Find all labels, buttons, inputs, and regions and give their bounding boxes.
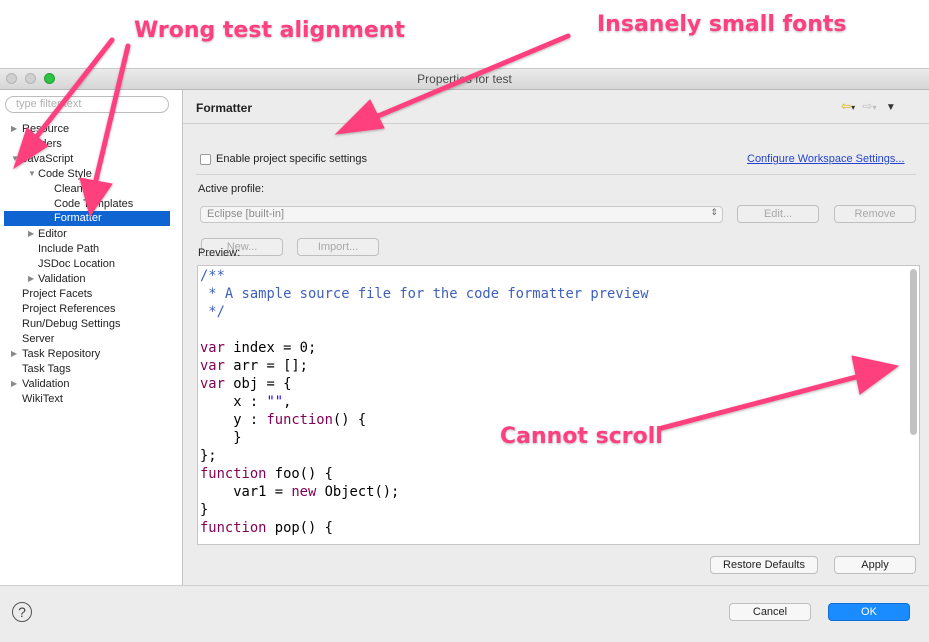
sidebar-item-task-repository[interactable]: Task Repository xyxy=(22,347,100,362)
sidebar-item-builders[interactable]: Builders xyxy=(22,137,62,152)
sidebar-item-code-style[interactable]: Code Style xyxy=(38,167,92,182)
preview-label: Preview: xyxy=(198,247,241,259)
configure-workspace-link[interactable]: Configure Workspace Settings... xyxy=(747,153,905,165)
ok-button[interactable]: OK xyxy=(828,603,910,621)
sidebar-item-jsdoc-location[interactable]: JSDoc Location xyxy=(38,257,115,272)
sidebar-item-formatter[interactable]: Formatter xyxy=(4,211,170,226)
forward-arrow-icon[interactable]: ⇨ xyxy=(862,99,872,113)
sidebar-item-run-debug-settings[interactable]: Run/Debug Settings xyxy=(22,317,120,332)
sidebar-item-js-validation[interactable]: Validation xyxy=(38,272,86,287)
expand-icon[interactable]: ▶ xyxy=(28,226,34,241)
help-icon[interactable]: ? xyxy=(12,602,32,622)
sidebar-item-include-path[interactable]: Include Path xyxy=(38,242,99,257)
window-title: Properties for test xyxy=(417,72,512,86)
sidebar-item-project-facets[interactable]: Project Facets xyxy=(22,287,92,302)
annotation-small-fonts: Insanely small fonts xyxy=(597,12,847,37)
title-bar: Properties for test xyxy=(0,69,929,90)
expand-icon[interactable]: ▶ xyxy=(11,346,17,361)
sidebar-item-project-references[interactable]: Project References xyxy=(22,302,116,317)
page-title: Formatter xyxy=(196,101,253,115)
collapse-icon[interactable]: ▼ xyxy=(28,166,36,181)
annotation-wrong-alignment: Wrong test alignment xyxy=(134,18,405,43)
sidebar-item-server[interactable]: Server xyxy=(22,332,54,347)
restore-defaults-button[interactable]: Restore Defaults xyxy=(710,556,818,574)
profile-select-value: Eclipse [built-in] xyxy=(207,208,285,220)
expand-icon[interactable]: ▶ xyxy=(28,271,34,286)
code-preview-text: /** * A sample source file for the code … xyxy=(200,268,649,536)
sidebar-item-validation[interactable]: Validation xyxy=(22,377,70,392)
collapse-icon[interactable]: ▼ xyxy=(11,151,19,166)
enable-project-specific-checkbox[interactable] xyxy=(200,154,211,165)
view-menu-icon[interactable]: ▼ xyxy=(886,102,896,113)
sidebar-item-editor[interactable]: Editor xyxy=(38,227,67,242)
properties-dialog: Properties for test type filter text ▶ R… xyxy=(0,68,929,642)
sidebar-item-code-templates[interactable]: Code Templates xyxy=(54,197,133,212)
apply-button[interactable]: Apply xyxy=(834,556,916,574)
edit-button[interactable]: Edit... xyxy=(737,205,819,223)
preview-scrollbar[interactable] xyxy=(910,269,917,435)
active-profile-label: Active profile: xyxy=(198,183,265,195)
sidebar-item-clean-up[interactable]: Clean Up xyxy=(54,182,100,197)
history-nav: ⇦▾ ⇨▾ ▼ xyxy=(841,99,896,113)
sidebar: type filter text ▶ Resource Builders ▼ J… xyxy=(0,90,183,585)
annotation-cannot-scroll: Cannot scroll xyxy=(500,424,663,449)
sidebar-item-javascript[interactable]: JavaScript xyxy=(22,152,73,167)
remove-button[interactable]: Remove xyxy=(834,205,916,223)
import-button[interactable]: Import... xyxy=(297,238,379,256)
back-arrow-icon[interactable]: ⇦ xyxy=(841,99,851,113)
sidebar-item-resource[interactable]: Resource xyxy=(22,122,69,137)
divider xyxy=(196,174,916,175)
section-header: Formatter ⇦▾ ⇨▾ ▼ xyxy=(183,90,929,124)
cancel-button[interactable]: Cancel xyxy=(729,603,811,621)
profile-select[interactable]: Eclipse [built-in] ⇕ xyxy=(200,206,723,223)
filter-input[interactable]: type filter text xyxy=(5,96,169,113)
main-panel: Formatter ⇦▾ ⇨▾ ▼ Enable project specifi… xyxy=(183,90,929,585)
dialog-footer: ? Cancel OK xyxy=(0,585,929,642)
code-preview[interactable]: /** * A sample source file for the code … xyxy=(197,265,920,545)
enable-project-specific-label[interactable]: Enable project specific settings xyxy=(216,153,367,165)
sidebar-item-task-tags[interactable]: Task Tags xyxy=(22,362,71,377)
sidebar-item-wikitext[interactable]: WikiText xyxy=(22,392,63,407)
expand-icon[interactable]: ▶ xyxy=(11,121,17,136)
expand-icon[interactable]: ▶ xyxy=(11,376,17,391)
updown-icon: ⇕ xyxy=(710,207,718,217)
